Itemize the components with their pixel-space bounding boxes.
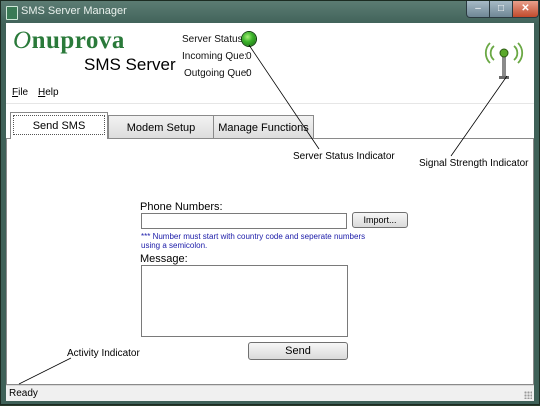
incoming-que-label: Incoming Que: bbox=[182, 51, 248, 62]
tab-strip: Send SMS Modem Setup Manage Functions bbox=[6, 109, 534, 139]
tab-send-sms[interactable]: Send SMS bbox=[10, 112, 108, 139]
app-icon bbox=[6, 6, 18, 20]
server-status-label: Server Status: bbox=[182, 34, 246, 45]
minimize-button[interactable]: – bbox=[466, 1, 490, 18]
send-button[interactable]: Send bbox=[248, 342, 348, 360]
maximize-button[interactable]: □ bbox=[489, 1, 513, 18]
menu-bar: File Help bbox=[6, 83, 534, 104]
server-status-led-icon bbox=[242, 32, 256, 46]
product-name: SMS Server bbox=[84, 55, 176, 74]
company-logo: Onuprova bbox=[13, 27, 125, 54]
message-textarea[interactable] bbox=[141, 265, 348, 337]
message-label: Message: bbox=[140, 253, 188, 265]
menu-help[interactable]: Help bbox=[38, 87, 59, 98]
close-button[interactable]: ✕ bbox=[512, 1, 539, 18]
signal-strength-icon bbox=[484, 42, 524, 79]
phone-hint-line1: *** Number must start with country code … bbox=[141, 232, 366, 241]
incoming-que-value: 0 bbox=[246, 51, 252, 62]
title-bar[interactable]: SMS Server Manager – □ ✕ bbox=[1, 1, 539, 23]
status-text: Ready bbox=[9, 388, 38, 399]
status-bar: Ready bbox=[6, 385, 534, 401]
resize-grip-icon[interactable] bbox=[524, 391, 532, 399]
tab-modem-setup[interactable]: Modem Setup bbox=[108, 115, 214, 139]
app-window: SMS Server Manager – □ ✕ Onuprova SMS Se… bbox=[0, 0, 540, 405]
header: Onuprova SMS Server Server Status: Incom… bbox=[6, 23, 534, 83]
menu-file[interactable]: File bbox=[12, 87, 28, 98]
import-button[interactable]: Import... bbox=[352, 212, 408, 228]
phone-numbers-label: Phone Numbers: bbox=[140, 201, 223, 213]
phone-numbers-input[interactable] bbox=[141, 213, 347, 229]
tab-manage-functions[interactable]: Manage Functions bbox=[213, 115, 314, 139]
signal-strength-callout: Signal Strength Indicator bbox=[419, 158, 529, 169]
phone-hint-line2: using a semicolon. bbox=[141, 241, 208, 250]
window-title: SMS Server Manager bbox=[21, 5, 127, 17]
outgoing-que-label: Outgoing Que: bbox=[184, 68, 250, 79]
activity-callout: Activity Indicator bbox=[67, 348, 140, 359]
client-area: Onuprova SMS Server Server Status: Incom… bbox=[6, 23, 534, 401]
outgoing-que-value: 0 bbox=[246, 68, 252, 79]
server-status-callout: Server Status Indicator bbox=[293, 151, 395, 162]
